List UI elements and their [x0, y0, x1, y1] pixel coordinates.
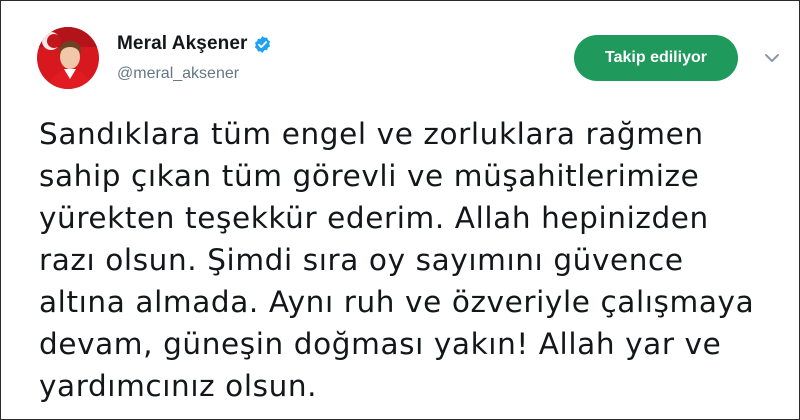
verified-badge-icon: [253, 35, 272, 54]
following-button[interactable]: Takip ediliyor: [574, 35, 738, 81]
author-handle[interactable]: @meral_aksener: [117, 65, 239, 83]
chevron-down-icon[interactable]: [764, 51, 780, 63]
author-row: Meral Akşener: [117, 33, 272, 55]
tweet-line: devam, güneşin doğması yakın! Allah yar …: [39, 327, 722, 361]
avatar[interactable]: [37, 27, 99, 89]
tweet-card: Meral Akşener @meral_aksener Takip edili…: [0, 0, 800, 420]
author-name[interactable]: Meral Akşener: [117, 33, 248, 55]
tweet-line: Sandıklara tüm engel ve zorluklara rağme…: [39, 117, 704, 151]
tweet-line: sahip çıkan tüm görevli ve müşahitlerimi…: [39, 159, 700, 193]
tweet-line: yardımcınız olsun.: [39, 369, 318, 403]
tweet-line: yürekten teşekkür ederim. Allah hepinizd…: [39, 201, 709, 235]
avatar-image: [37, 27, 99, 89]
tweet-text: Sandıklara tüm engel ve zorluklara rağme…: [39, 113, 779, 407]
tweet-line: altına almada. Aynı ruh ve özveriyle çal…: [39, 285, 755, 319]
tweet-line: razı olsun. Şimdi sıra oy sayımını güven…: [39, 243, 684, 277]
